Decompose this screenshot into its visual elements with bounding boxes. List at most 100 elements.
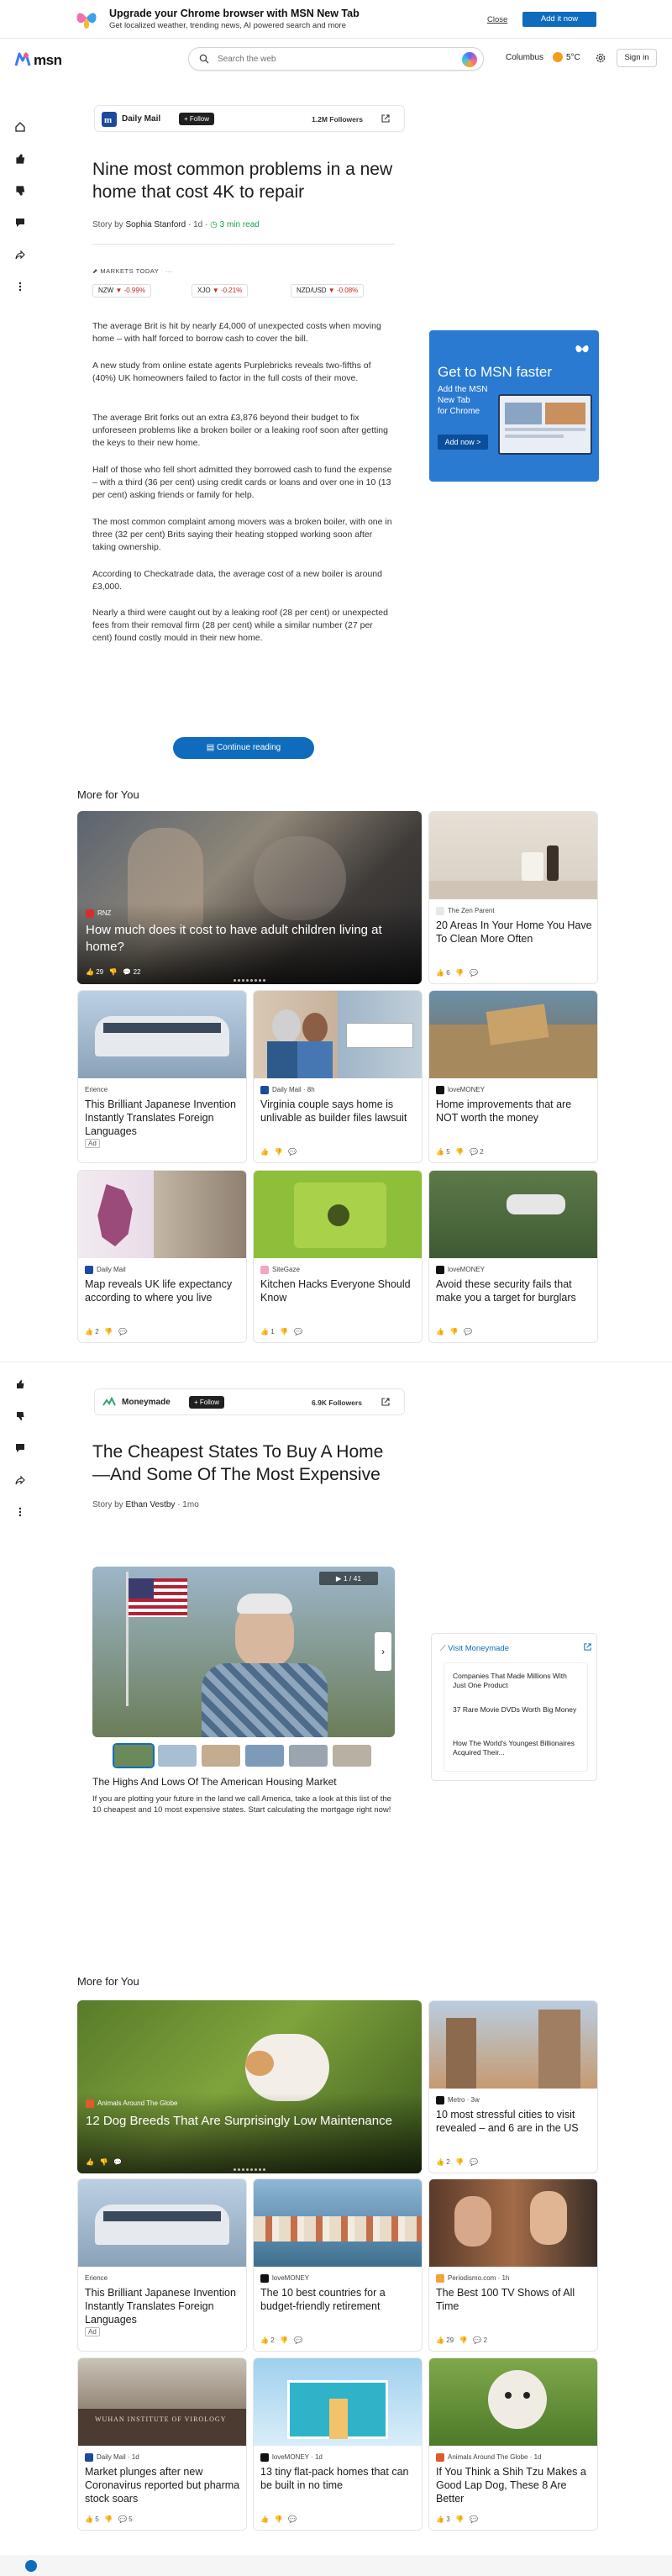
card-image — [77, 811, 422, 984]
related-link[interactable]: How The World's Youngest Billionaires Ac… — [453, 1739, 579, 1757]
market-chip-xjo[interactable]: XJO ▼ -0.21% — [192, 284, 249, 298]
card-image — [429, 812, 597, 899]
feed-card[interactable]: Metro · 3w 10 most stressful cities to v… — [428, 2000, 598, 2173]
card-title: Kitchen Hacks Everyone Should Know — [260, 1278, 411, 1304]
slideshow-image[interactable]: ▶ 1 / 41 › — [92, 1567, 395, 1737]
search-input[interactable]: Search the web — [218, 55, 276, 64]
open-external-icon[interactable] — [381, 113, 391, 124]
more-options-icon[interactable] — [14, 1506, 26, 1518]
copilot-icon[interactable] — [462, 52, 477, 67]
card-source: Animals Around The Globe — [86, 2099, 177, 2108]
open-external-icon[interactable] — [381, 1397, 391, 1407]
open-external-icon[interactable] — [583, 1642, 592, 1651]
msn-ad-banner[interactable]: Get to MSN faster Add the MSN New Tab for … — [429, 330, 599, 482]
card-reactions: 👍 2 👎 💬 — [85, 1328, 127, 1335]
feed-card[interactable]: Erience This Brilliant Japanese Inventio… — [77, 990, 247, 1163]
share-icon[interactable] — [14, 249, 26, 261]
like-icon[interactable] — [14, 153, 26, 165]
card-image — [429, 1171, 597, 1258]
related-link[interactable]: Companies That Made Millions With Just O… — [453, 1672, 579, 1690]
author-name[interactable]: Ethan Vestby — [125, 1500, 175, 1509]
feed-card-large[interactable]: RNZ How much does it cost to have adult … — [77, 811, 422, 984]
follow-button[interactable]: + Follow — [179, 113, 215, 125]
article-age: 1mo — [182, 1500, 199, 1509]
card-title: 20 Areas In Your Home You Have To Clean … — [436, 919, 592, 945]
search-box[interactable]: Search the web — [188, 47, 484, 71]
location-label[interactable]: Columbus — [506, 53, 543, 62]
card-image: WUHAN INSTITUTE OF VIROLOGY — [78, 2358, 246, 2446]
promo-add-button[interactable]: Add it now — [522, 12, 596, 27]
play-icon[interactable]: ▶ — [336, 1574, 344, 1583]
butterfly-icon — [574, 340, 591, 357]
author-name[interactable]: Sophia Stanford — [125, 220, 186, 229]
share-icon[interactable] — [14, 1474, 26, 1486]
play-icon[interactable] — [328, 1204, 349, 1226]
feed-card[interactable]: loveMONEY Home improvements that are NOT… — [428, 990, 598, 1163]
card-reactions: 👍 👎 💬 — [86, 2158, 123, 2166]
feed-card[interactable]: loveMONEY The 10 best countries for a bu… — [253, 2178, 423, 2352]
card-source: Metro · 3w — [436, 2096, 480, 2105]
card-reactions: 👍 29 👎 💬 22 — [86, 968, 141, 976]
feed-card[interactable]: Daily Mail Map reveals UK life expectanc… — [77, 1170, 247, 1343]
ad-badge: Ad — [85, 1139, 100, 1148]
msn-brand[interactable]: msn — [34, 52, 62, 69]
publisher-bar: Moneymade + Follow 6.9K Followers — [94, 1388, 405, 1415]
feed-card[interactable]: loveMONEY · 1d 13 tiny flat-pack homes t… — [253, 2357, 423, 2531]
trend-icon: ⬈ — [92, 267, 101, 275]
related-link[interactable]: 37 Rare Movie DVDs Worth Big Money — [453, 1705, 579, 1715]
ad-badge: Ad — [85, 2327, 100, 2336]
feed-card-large[interactable]: Animals Around The Globe 12 Dog Breeds T… — [77, 2000, 422, 2173]
related-links: Companies That Made Millions With Just O… — [444, 1662, 588, 1772]
msn-logo-icon[interactable] — [13, 50, 32, 69]
slide-thumbnails[interactable] — [113, 1743, 375, 1768]
market-chip-nzdusd[interactable]: NZD/USD ▼ -0.08% — [291, 284, 365, 298]
gear-icon[interactable] — [595, 52, 606, 64]
card-source: Daily Mail · 1d — [85, 2453, 139, 2462]
feed-card[interactable]: Periodismo.com · 1h The Best 100 TV Show… — [428, 2178, 598, 2352]
paragraph: According to Checkatrade data, the avera… — [92, 569, 382, 592]
ad-add-button[interactable]: Add now > — [438, 435, 488, 450]
card-source: RNZ — [86, 909, 111, 918]
home-icon[interactable] — [14, 121, 26, 133]
like-icon[interactable] — [14, 1378, 26, 1390]
clock-icon: ◷ — [210, 220, 218, 229]
feed-card[interactable]: The Zen Parent 20 Areas In Your Home You… — [428, 811, 598, 984]
carousel-dots[interactable] — [234, 2160, 267, 2173]
more-options-icon[interactable] — [14, 281, 26, 292]
card-title: 13 tiny flat-pack homes that can be buil… — [260, 2466, 409, 2491]
card-image — [78, 991, 246, 1078]
card-reactions: 👍 5 👎 💬 2 — [436, 1148, 484, 1156]
visit-publisher-link[interactable]: ⟋ Visit Moneymade — [440, 1644, 509, 1653]
dislike-icon[interactable] — [14, 1410, 26, 1422]
byline: Story by Sophia Stanford · 1d · ◷ 3 min … — [92, 220, 260, 229]
followers-count: 6.9K Followers — [312, 1399, 362, 1407]
feed-card[interactable]: SiteGaze Kitchen Hacks Everyone Should K… — [253, 1170, 423, 1343]
feedback-icon[interactable] — [25, 2560, 37, 2572]
promo-close-link[interactable]: Close — [487, 15, 507, 24]
next-slide-button[interactable]: › — [375, 1632, 391, 1671]
carousel-dots[interactable] — [234, 971, 267, 984]
feed-card[interactable]: loveMONEY Avoid these security fails tha… — [428, 1170, 598, 1343]
paragraph: The average Brit forks out an extra £3,8… — [92, 413, 388, 448]
dislike-icon[interactable] — [14, 185, 26, 197]
card-title: Market plunges after new Coronavirus rep… — [85, 2466, 240, 2505]
market-chip-nzw[interactable]: NZW ▼ -0.99% — [92, 284, 151, 298]
publisher-name[interactable]: Moneymade — [122, 1398, 171, 1407]
comment-icon[interactable] — [14, 217, 26, 229]
follow-button[interactable]: + Follow — [189, 1396, 225, 1409]
publisher-name[interactable]: Daily Mail — [122, 114, 160, 124]
feed-card[interactable]: Daily Mail · 8h Virginia couple says hom… — [253, 990, 423, 1163]
feed-card[interactable]: WUHAN INSTITUTE OF VIROLOGY Daily Mail ·… — [77, 2357, 247, 2531]
continue-reading-button[interactable]: ▤ Continue reading — [173, 737, 314, 759]
card-title: 12 Dog Breeds That Are Surprisingly Low … — [86, 2114, 392, 2128]
card-reactions: 👍 👎 💬 — [436, 1328, 473, 1335]
feed-card[interactable]: Erience This Brilliant Japanese Inventio… — [77, 2178, 247, 2352]
temperature[interactable]: 5°C — [566, 53, 580, 62]
feed-card[interactable]: Animals Around The Globe · 1d If You Thi… — [428, 2357, 598, 2531]
slide-caption-text: If you are plotting your future in the l… — [92, 1794, 391, 1815]
sign-in-button[interactable]: Sign in — [617, 49, 657, 67]
card-source: SiteGaze — [260, 1266, 300, 1274]
comment-icon[interactable] — [14, 1442, 26, 1454]
card-source: loveMONEY · 1d — [260, 2453, 323, 2462]
more-for-you-title: More for You — [77, 788, 139, 801]
